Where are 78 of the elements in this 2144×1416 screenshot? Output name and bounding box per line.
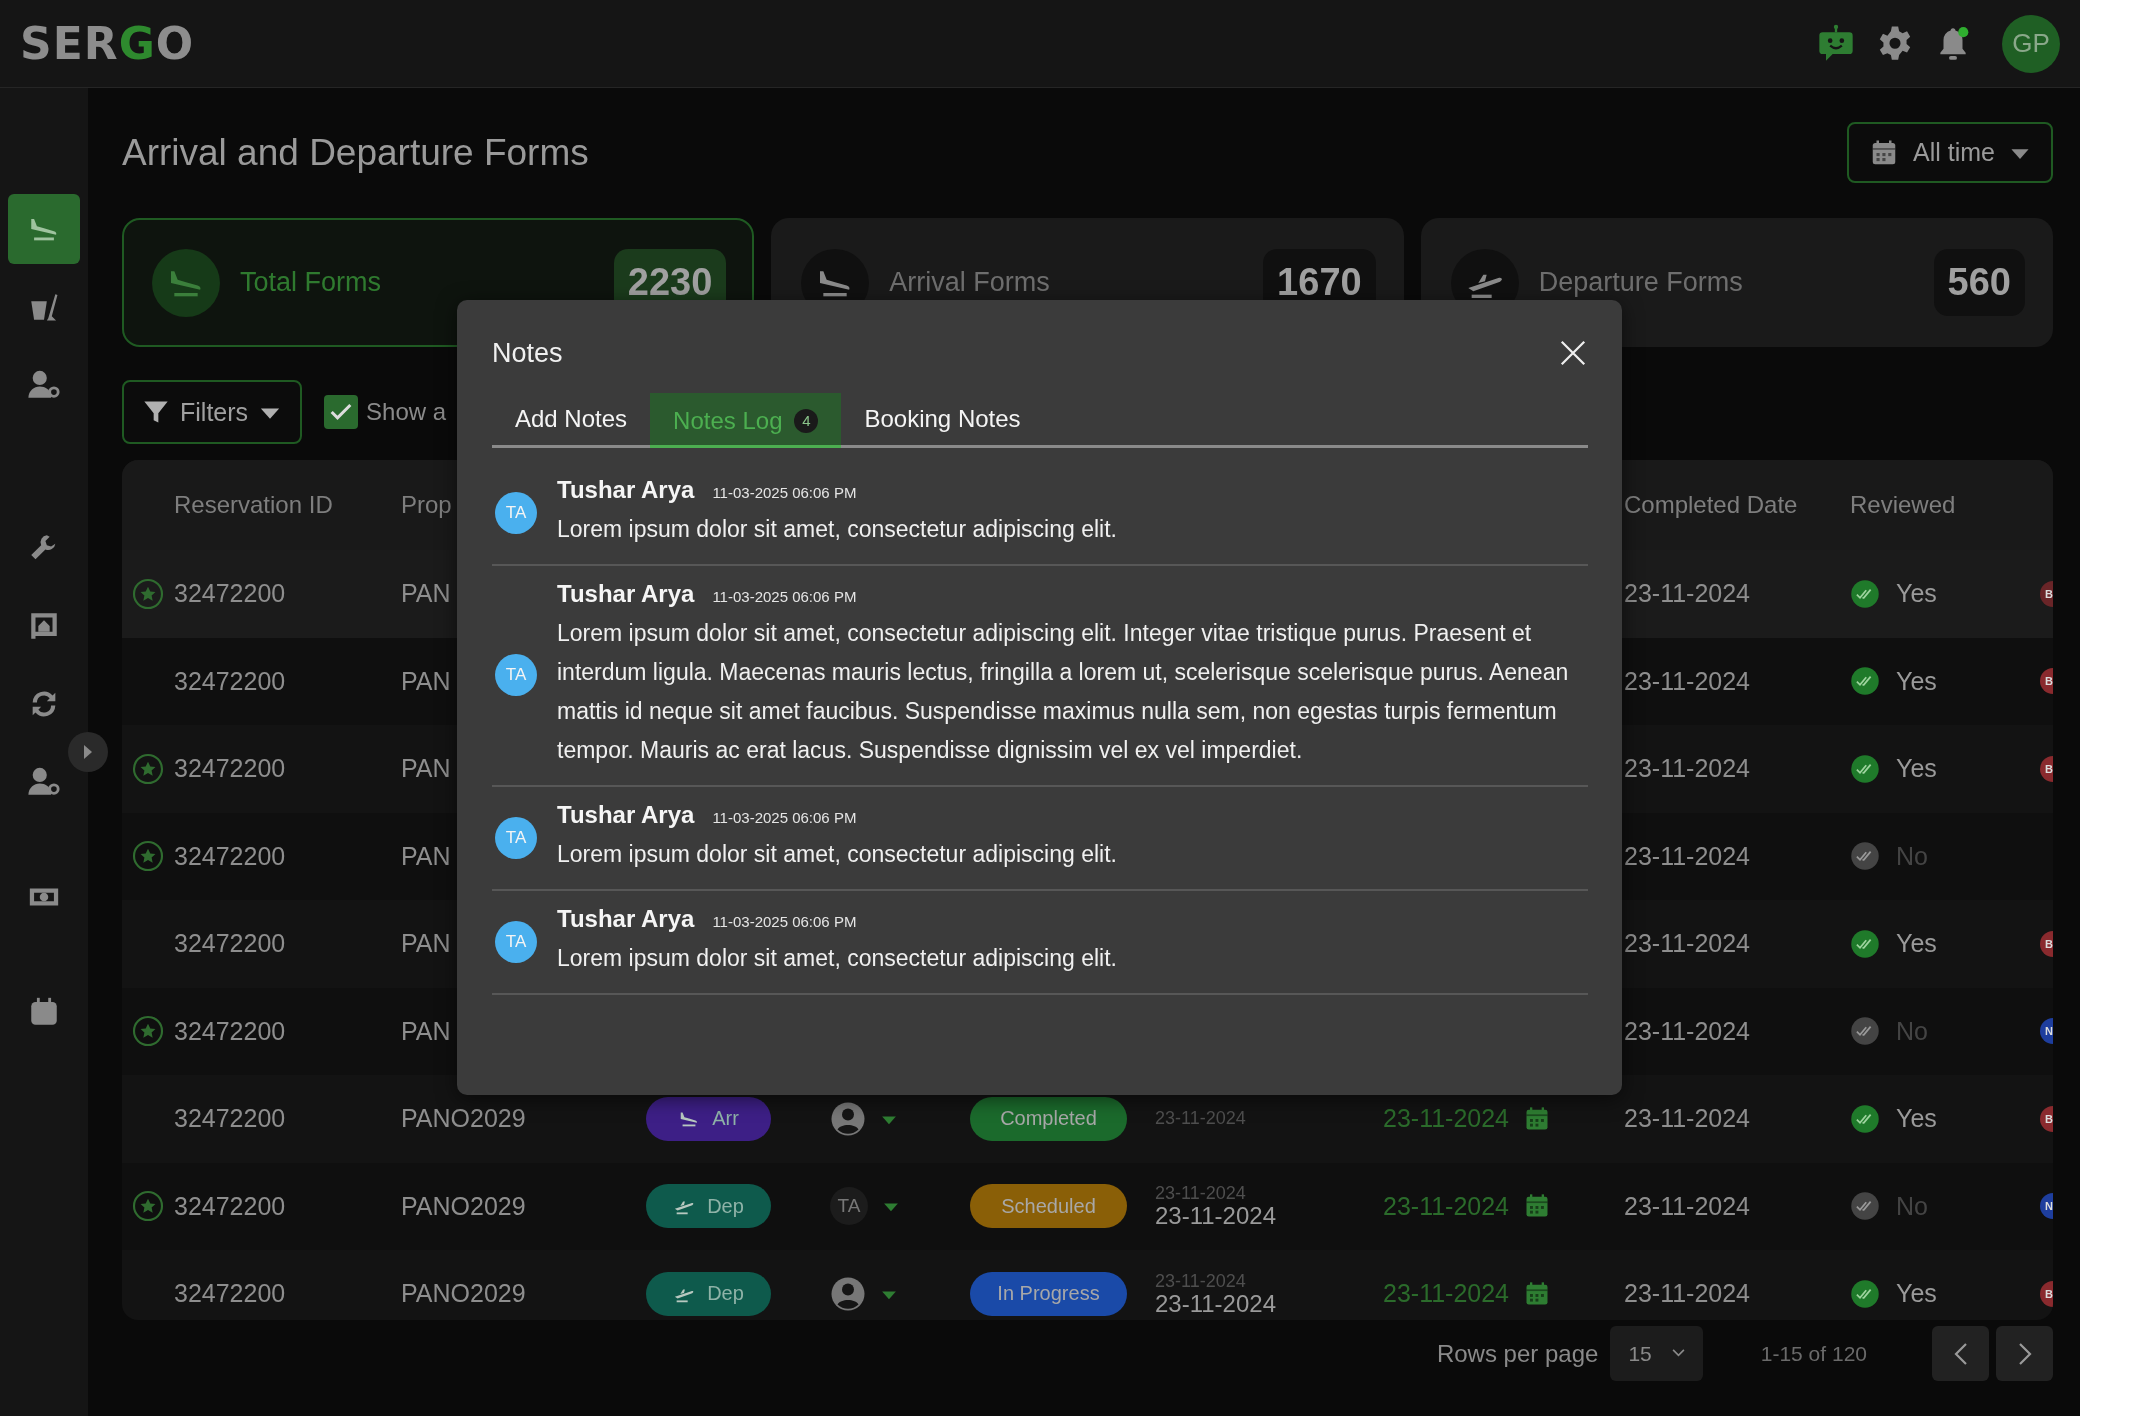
source-badge: B [2040,930,2053,957]
checkbox-label: Show a [366,398,447,426]
table-cell: Yes [1896,754,1937,784]
table-cell: 32472200 [174,841,286,871]
status-tag: In Progress [970,1271,1127,1316]
table-cell: PAN [401,579,451,609]
author-avatar: TA [495,920,537,963]
count-badge: 4 [794,408,819,433]
table-cell: 23-11-2024 [1155,1203,1276,1229]
table-cell: 32472200 [174,1016,286,1046]
rows-per-page-label: Rows per page [1436,1339,1599,1368]
source-badge: N [2040,1018,2053,1045]
note-text: Lorem ipsum dolor sit amet, consectetur adipiscing elit. [557,944,1118,973]
status-tag: Scheduled [970,1184,1127,1229]
table-cell: PANO2029 [401,1104,526,1134]
table-cell: Yes [1896,666,1937,696]
note-text: Lorem ipsum dolor sit amet, consectetur adipiscing elit. Integer vitae tristique purus. Praesent et interdum ligula. Maecenas mauris lectus, fringilla a lorem ut, scelerisque scelerisque purus. Aenean mattis id neque sit amet faucibus. Suspendisse maximus nulla sem, non egestas turpis fermentum tempor. Mauris ac erat lacus. Suspendisse dignissim vel ex vel imperdiet. [557,619,1570,765]
stat-label: Arrival Forms [889,267,1051,298]
table-cell: 23-11-2024 [1624,1016,1751,1046]
table-cell: 23-11-2024 [1624,754,1751,784]
table-cell: 23-11-2024 [1624,666,1751,696]
author-avatar: TA [495,654,537,696]
source-badge: B [2040,755,2053,782]
note-timestamp: 11-03-2025 06:06 PM [712,809,857,826]
source-badge: B [2040,1280,2053,1307]
table-cell: 23-11-2024 [1624,1279,1751,1309]
note-author: Tushar Arya [557,801,695,829]
stat-label: Total Forms [240,267,383,298]
table-cell: 23-11-2024 [1155,1109,1246,1129]
table-cell: Yes [1896,579,1937,609]
source-badge: B [2040,668,2053,695]
type-tag: Dep [646,1184,771,1229]
table-cell: Yes [1896,1279,1937,1309]
note-author: Tushar Arya [557,476,695,504]
note-author: Tushar Arya [557,905,695,933]
table-cell: 32472200 [174,1104,286,1134]
table-cell: 23-11-2024 [1155,1290,1276,1316]
table-cell: Yes [1896,929,1937,959]
table-cell: PANO2029 [401,1191,526,1221]
note-timestamp: 11-03-2025 06:06 PM [712,913,857,930]
page-range: 1-15 of 120 [1760,1341,1867,1366]
logo: SERGO [20,18,195,69]
status-tag: Completed [970,1096,1127,1141]
table-cell: 23-11-2024 [1624,841,1751,871]
note-timestamp: 11-03-2025 06:06 PM [712,484,857,501]
table-cell: 32472200 [174,929,286,959]
note-timestamp: 11-03-2025 06:06 PM [712,588,857,605]
table-cell: PANO2029 [401,1279,526,1309]
table-cell: 23-11-2024 [1624,1191,1751,1221]
source-badge: B [2040,580,2053,607]
table-cell: 23-11-2024 [1155,1271,1246,1291]
stat-count: 560 [1933,249,2025,316]
table-cell: 32472200 [174,666,286,696]
note-author: Tushar Arya [557,580,695,608]
table-cell: 32472200 [174,1279,286,1309]
table-cell: PAN [401,754,451,784]
table-cell: 23-11-2024 [1155,1184,1246,1204]
table-cell: 23-11-2024 [1624,929,1751,959]
stat-label: Departure Forms [1538,267,1744,298]
table-cell: 32472200 [174,1191,286,1221]
table-cell: 32472200 [174,579,286,609]
author-avatar: TA [495,816,537,859]
table-cell: Yes [1896,1104,1937,1134]
type-tag: Arr [646,1096,771,1141]
note-text: Lorem ipsum dolor sit amet, consectetur adipiscing elit. [557,515,1118,544]
page-title: Arrival and Departure Forms [122,131,589,174]
table-cell: PAN [401,1016,451,1046]
table-cell: 32472200 [174,754,286,784]
table-cell: PAN [401,929,451,959]
author-avatar: TA [495,491,537,534]
table-cell: PAN [401,841,451,871]
table-cell: PAN [401,666,451,696]
note-text: Lorem ipsum dolor sit amet, consectetur adipiscing elit. [557,840,1118,869]
source-badge: B [2040,1105,2053,1132]
table-cell: 23-11-2024 [1624,579,1751,609]
table-cell: 23-11-2024 [1624,1104,1751,1134]
source-badge: N [2040,1193,2053,1220]
type-tag: Dep [646,1271,771,1316]
